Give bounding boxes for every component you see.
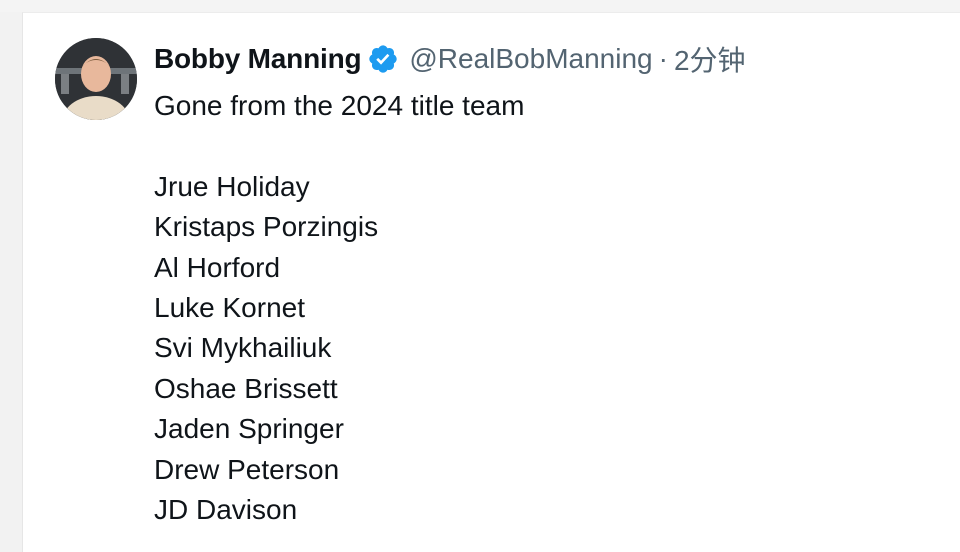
author-handle[interactable]: @RealBobManning: [409, 43, 652, 75]
player-name: JD Davison: [154, 493, 298, 525]
tweet-header: Bobby Manning @RealBobManning · 2分钟: [154, 41, 746, 77]
player-name: Drew Peterson: [154, 453, 340, 485]
player-name: Kristaps Porzingis: [154, 211, 379, 243]
player-name: Svi Mykhailiuk: [154, 332, 332, 364]
verified-badge-icon: [367, 43, 399, 75]
player-name: Al Horford: [154, 251, 281, 283]
player-name: Oshae Brissett: [154, 372, 338, 404]
player-name: Jrue Holiday: [154, 170, 310, 202]
tweet-intro: Gone from the 2024 title team: [154, 90, 525, 121]
tweet-card[interactable]: Bobby Manning @RealBobManning · 2分钟 Gone…: [22, 12, 960, 552]
author-name[interactable]: Bobby Manning: [154, 43, 362, 75]
player-name: Jaden Springer: [154, 413, 344, 445]
timestamp[interactable]: 2分钟: [674, 39, 746, 79]
tweet-text: Gone from the 2024 title team Jrue Holid…: [154, 86, 524, 530]
player-name: Luke Kornet: [154, 291, 305, 323]
avatar[interactable]: [55, 38, 137, 120]
player-list: Jrue Holiday Kristaps Porzingis Al Horfo…: [154, 167, 524, 531]
separator-dot: ·: [658, 43, 668, 74]
top-strip: [0, 0, 960, 12]
